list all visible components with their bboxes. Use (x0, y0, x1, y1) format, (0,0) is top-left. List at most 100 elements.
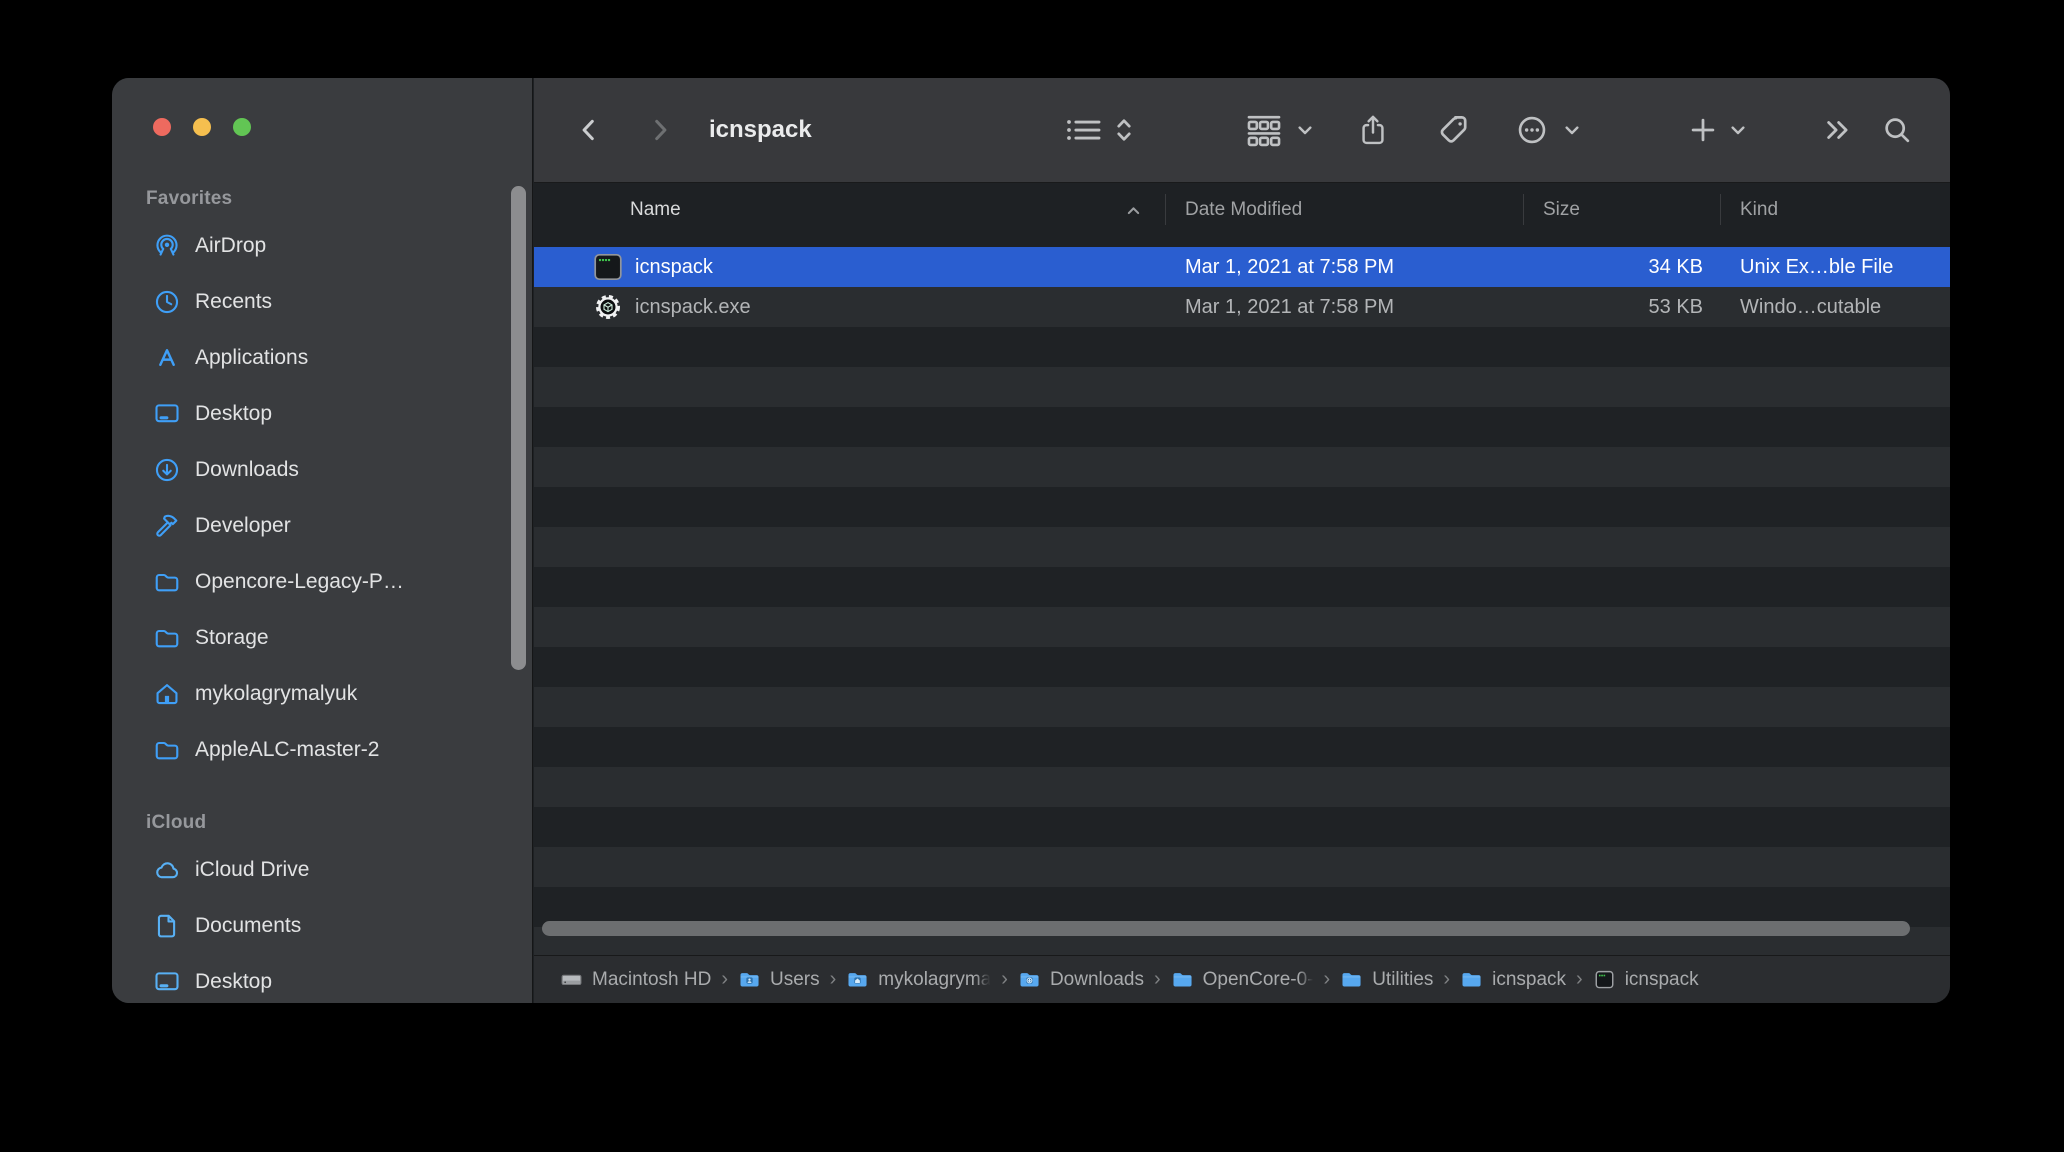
sidebar-item-label: Desktop (195, 402, 273, 425)
path-bar: Macintosh HD › Users › mykolagryma › Downloads… (534, 955, 1950, 1003)
plus-icon (1689, 116, 1718, 145)
sidebar-item-desktop[interactable]: Desktop (112, 386, 532, 442)
more-actions-menu-button[interactable] (1564, 122, 1581, 139)
column-header-date-modified[interactable]: Date Modified (1185, 199, 1302, 221)
group-by-menu-button[interactable] (1297, 122, 1314, 139)
file-row-icnspack.exe[interactable]: icnspack.exe Mar 1, 2021 at 7:58 PM 53 KB W… (534, 287, 1950, 327)
finder-window: Favorites AirDrop Recents Applications Deskt… (112, 78, 1950, 1003)
new-item-menu-button[interactable] (1730, 122, 1747, 139)
updown-chevrons-icon (1116, 115, 1133, 146)
folder-icon (153, 568, 181, 596)
file-name: icnspack (635, 255, 713, 278)
toolbar: icnspack (534, 78, 1950, 183)
sidebar-item-documents[interactable]: Documents (112, 898, 532, 954)
folder-generic-icon (1171, 968, 1194, 991)
path-item-label: Utilities (1372, 968, 1434, 990)
horizontal-scrollbar[interactable] (542, 921, 1910, 936)
column-divider[interactable] (1165, 194, 1166, 225)
sidebar-list: Favorites AirDrop Recents Applications Deskt… (112, 186, 532, 1003)
path-item-downloads[interactable]: Downloads (1018, 968, 1144, 991)
appstore-icon (153, 344, 181, 372)
sidebar-item-label: Opencore-Legacy-P… (195, 570, 404, 593)
hard-drive-icon (560, 968, 583, 991)
file-kind: Windo…cutable (1740, 295, 1882, 318)
sidebar-item-developer[interactable]: Developer (112, 498, 532, 554)
path-separator-icon: › (1153, 967, 1161, 990)
airdrop-icon (153, 232, 181, 260)
path-item-mykolagryma[interactable]: mykolagryma (846, 968, 994, 991)
path-item-users[interactable]: Users (738, 968, 820, 991)
sidebar-item-label: Applications (195, 346, 309, 369)
column-header-size[interactable]: Size (1543, 199, 1580, 221)
share-button[interactable] (1358, 112, 1389, 148)
path-item-icnspack[interactable]: icnspack (1593, 968, 1699, 991)
view-list-button[interactable] (1065, 115, 1103, 145)
zoom-button[interactable] (233, 118, 251, 136)
sidebar: Favorites AirDrop Recents Applications Deskt… (112, 78, 533, 1003)
path-item-label: Users (770, 968, 820, 990)
column-divider[interactable] (1720, 194, 1721, 225)
sidebar-item-label: Storage (195, 626, 269, 649)
hammer-icon (153, 512, 181, 540)
share-icon (1358, 112, 1389, 148)
sidebar-item-applealc-master-2[interactable]: AppleALC-master-2 (112, 722, 532, 778)
sidebar-item-opencore-legacy-p-[interactable]: Opencore-Legacy-P… (112, 554, 532, 610)
document-icon (153, 912, 181, 940)
cloud-icon (153, 856, 181, 884)
file-size: 53 KB (1648, 295, 1703, 318)
chevron-down-icon (1564, 122, 1581, 139)
path-separator-icon: › (1323, 967, 1331, 990)
chevron-down-icon (1297, 122, 1314, 139)
forward-button[interactable] (646, 116, 674, 144)
sidebar-item-label: AirDrop (195, 234, 267, 257)
column-divider[interactable] (1523, 194, 1524, 225)
home-icon (153, 680, 181, 708)
path-item-label: OpenCore-0- (1202, 968, 1316, 991)
minimize-button[interactable] (193, 118, 211, 136)
more-ellipsis-icon (1516, 114, 1549, 147)
clock-icon (153, 288, 181, 316)
sidebar-item-applications[interactable]: Applications (112, 330, 532, 386)
alternating-row-stripes (534, 247, 1950, 955)
file-kind: Unix Ex…ble File (1740, 255, 1894, 278)
toolbar-overflow-button[interactable] (1823, 117, 1853, 143)
path-separator-icon: › (1576, 967, 1583, 990)
sidebar-item-recents[interactable]: Recents (112, 274, 532, 330)
path-item-opencore-0-[interactable]: OpenCore-0- (1171, 968, 1316, 991)
sidebar-scrollbar[interactable] (511, 186, 526, 670)
downloads-icon (153, 456, 181, 484)
sidebar-item-desktop[interactable]: Desktop (112, 954, 532, 1003)
sidebar-item-label: Recents (195, 290, 273, 313)
tags-button[interactable] (1437, 113, 1471, 147)
unix-executable-small-icon (1593, 968, 1616, 991)
sidebar-section-favorites: Favorites (146, 188, 233, 209)
file-row-icnspack[interactable]: icnspack Mar 1, 2021 at 7:58 PM 34 KB Unix … (534, 247, 1950, 287)
search-button[interactable] (1882, 115, 1913, 146)
column-headers: Name Date Modified Size Kind (534, 183, 1950, 237)
folder-downloads-icon (1018, 968, 1041, 991)
double-chevron-icon (1823, 117, 1853, 143)
path-item-utilities[interactable]: Utilities (1340, 968, 1433, 991)
sidebar-item-storage[interactable]: Storage (112, 610, 532, 666)
folder-icon (153, 624, 181, 652)
group-by-button[interactable] (1246, 113, 1283, 147)
view-arrange-button[interactable] (1116, 115, 1133, 146)
back-button[interactable] (575, 116, 603, 144)
sidebar-item-mykolagrymalyuk[interactable]: mykolagrymalyuk (112, 666, 532, 722)
column-header-kind[interactable]: Kind (1740, 199, 1778, 221)
sidebar-item-icloud-drive[interactable]: iCloud Drive (112, 842, 532, 898)
new-item-button[interactable] (1689, 116, 1718, 145)
path-item-icnspack[interactable]: icnspack (1460, 968, 1566, 991)
search-icon (1882, 115, 1913, 146)
sidebar-item-label: mykolagrymalyuk (195, 682, 358, 705)
column-header-name[interactable]: Name (630, 199, 681, 221)
sidebar-item-label: iCloud Drive (195, 858, 310, 881)
file-date-modified: Mar 1, 2021 at 7:58 PM (1185, 255, 1395, 278)
more-actions-button[interactable] (1516, 114, 1549, 147)
sidebar-item-downloads[interactable]: Downloads (112, 442, 532, 498)
path-item-label: icnspack (1492, 968, 1567, 990)
path-item-macintosh-hd[interactable]: Macintosh HD (560, 968, 711, 991)
sidebar-item-airdrop[interactable]: AirDrop (112, 218, 532, 274)
close-button[interactable] (153, 118, 171, 136)
sidebar-item-label: Developer (195, 514, 291, 537)
